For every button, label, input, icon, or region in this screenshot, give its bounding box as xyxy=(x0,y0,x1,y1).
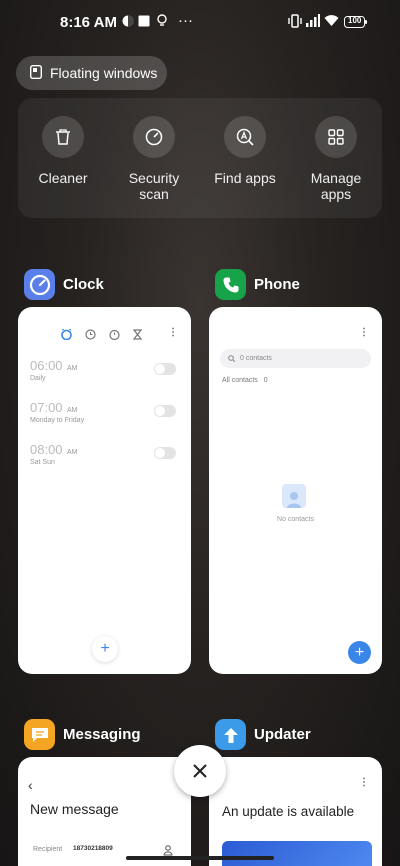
back-arrow-icon[interactable]: ‹ xyxy=(28,777,33,793)
alarm-ampm: AM xyxy=(67,365,78,372)
security-scan-button[interactable]: Security scan xyxy=(109,116,199,202)
security-gauge-icon xyxy=(133,116,175,158)
alarm-ampm: AM xyxy=(67,449,78,456)
clock-app-name: Clock xyxy=(63,276,104,293)
alarm-row[interactable]: 08:00 AM Sat Sun xyxy=(30,441,190,475)
alarm-toggle[interactable] xyxy=(154,405,176,417)
tools-panel: Cleaner Security scan Find apps Manage a… xyxy=(18,98,382,218)
all-contacts-label: All contacts xyxy=(222,377,258,384)
status-bar: 8:16 AM ··· 100 xyxy=(0,0,400,44)
tab-clock-icon[interactable] xyxy=(85,327,96,345)
trash-icon xyxy=(42,116,84,158)
clock-app-icon xyxy=(24,269,55,300)
floating-windows-label: Floating windows xyxy=(50,65,158,81)
home-indicator[interactable] xyxy=(126,856,274,860)
search-icon xyxy=(228,355,235,362)
vibrate-icon xyxy=(288,14,302,33)
cleaner-label: Cleaner xyxy=(38,170,88,186)
updater-app-icon xyxy=(215,719,246,750)
messaging-app-card[interactable]: ‹ New message Recipient 18730218809 xyxy=(18,757,191,866)
find-apps-button[interactable]: Find apps xyxy=(200,116,290,186)
wifi-icon xyxy=(324,14,339,32)
update-banner-image xyxy=(222,841,372,866)
close-all-button[interactable] xyxy=(174,745,226,797)
cleaner-button[interactable]: Cleaner xyxy=(18,116,108,186)
clock-app-card[interactable]: ⋮ 06:00 AM Daily 07:00 AM Monday to Frid… xyxy=(18,307,191,674)
media-indicator-icon xyxy=(122,14,134,32)
no-contacts-text: No contacts xyxy=(277,516,314,523)
contact-search-input[interactable]: 0 contacts xyxy=(220,349,371,368)
contacts-count: 0 xyxy=(263,377,268,384)
clock-tabs xyxy=(61,327,143,345)
status-time: 8:16 AM xyxy=(60,14,117,31)
signal-icon xyxy=(306,14,320,32)
alarm-repeat: Monday to Friday xyxy=(30,417,85,424)
alarm-time: 08:00 xyxy=(30,442,63,457)
floating-window-icon xyxy=(29,64,43,82)
phone-app-card[interactable]: ⋮ 0 contacts All contacts 0 No contacts … xyxy=(209,307,382,674)
phone-more-icon[interactable]: ⋮ xyxy=(359,327,369,338)
find-apps-label: Find apps xyxy=(214,170,276,186)
alarm-repeat: Sat Sun xyxy=(30,459,55,466)
tab-alarm-icon[interactable] xyxy=(61,327,72,345)
alarm-time: 07:00 xyxy=(30,400,63,415)
alarm-toggle[interactable] xyxy=(154,447,176,459)
new-message-title: New message xyxy=(30,801,119,817)
updater-app-header[interactable]: Updater xyxy=(215,719,311,750)
update-available-title: An update is available xyxy=(222,804,355,819)
tab-timer-icon[interactable] xyxy=(132,327,143,345)
add-alarm-button[interactable]: + xyxy=(92,636,118,662)
recipient-value: 18730218809 xyxy=(73,845,113,852)
alarm-repeat: Daily xyxy=(30,375,46,382)
alarm-toggle[interactable] xyxy=(154,363,176,375)
messaging-app-header[interactable]: Messaging xyxy=(24,719,141,750)
contacts-filter[interactable]: All contacts 0 xyxy=(222,377,268,384)
security-scan-label: Security scan xyxy=(128,170,180,202)
messaging-app-name: Messaging xyxy=(63,726,141,743)
battery-level: 100 xyxy=(348,16,362,25)
alarm-ampm: AM xyxy=(67,407,78,414)
empty-contacts-icon xyxy=(282,484,306,508)
grid-icon xyxy=(315,116,357,158)
alarm-time: 06:00 xyxy=(30,358,63,373)
manage-apps-button[interactable]: Manage apps xyxy=(291,116,381,202)
contact-search-placeholder: 0 contacts xyxy=(240,355,272,362)
updater-app-card[interactable]: ⋮ An update is available xyxy=(209,757,382,866)
screenshot-icon xyxy=(138,14,150,32)
close-icon xyxy=(193,764,207,778)
phone-app-icon xyxy=(215,269,246,300)
updater-more-icon[interactable]: ⋮ xyxy=(359,777,369,788)
manage-apps-label: Manage apps xyxy=(310,170,362,202)
phone-app-name: Phone xyxy=(254,276,300,293)
recipient-label: Recipient xyxy=(33,846,63,853)
messaging-app-icon xyxy=(24,719,55,750)
add-contact-button[interactable]: + xyxy=(348,641,371,664)
clock-app-header[interactable]: Clock xyxy=(24,269,104,300)
floating-windows-button[interactable]: Floating windows xyxy=(16,56,167,90)
clock-more-icon[interactable]: ⋮ xyxy=(168,327,178,338)
alarm-row[interactable]: 06:00 AM Daily xyxy=(30,357,190,391)
find-apps-icon xyxy=(224,116,266,158)
more-status-dots: ··· xyxy=(178,12,193,29)
updater-app-name: Updater xyxy=(254,726,311,743)
tab-stopwatch-icon[interactable] xyxy=(109,327,120,345)
alarm-row[interactable]: 07:00 AM Monday to Friday xyxy=(30,399,190,433)
bulb-icon xyxy=(156,14,168,33)
phone-app-header[interactable]: Phone xyxy=(215,269,300,300)
